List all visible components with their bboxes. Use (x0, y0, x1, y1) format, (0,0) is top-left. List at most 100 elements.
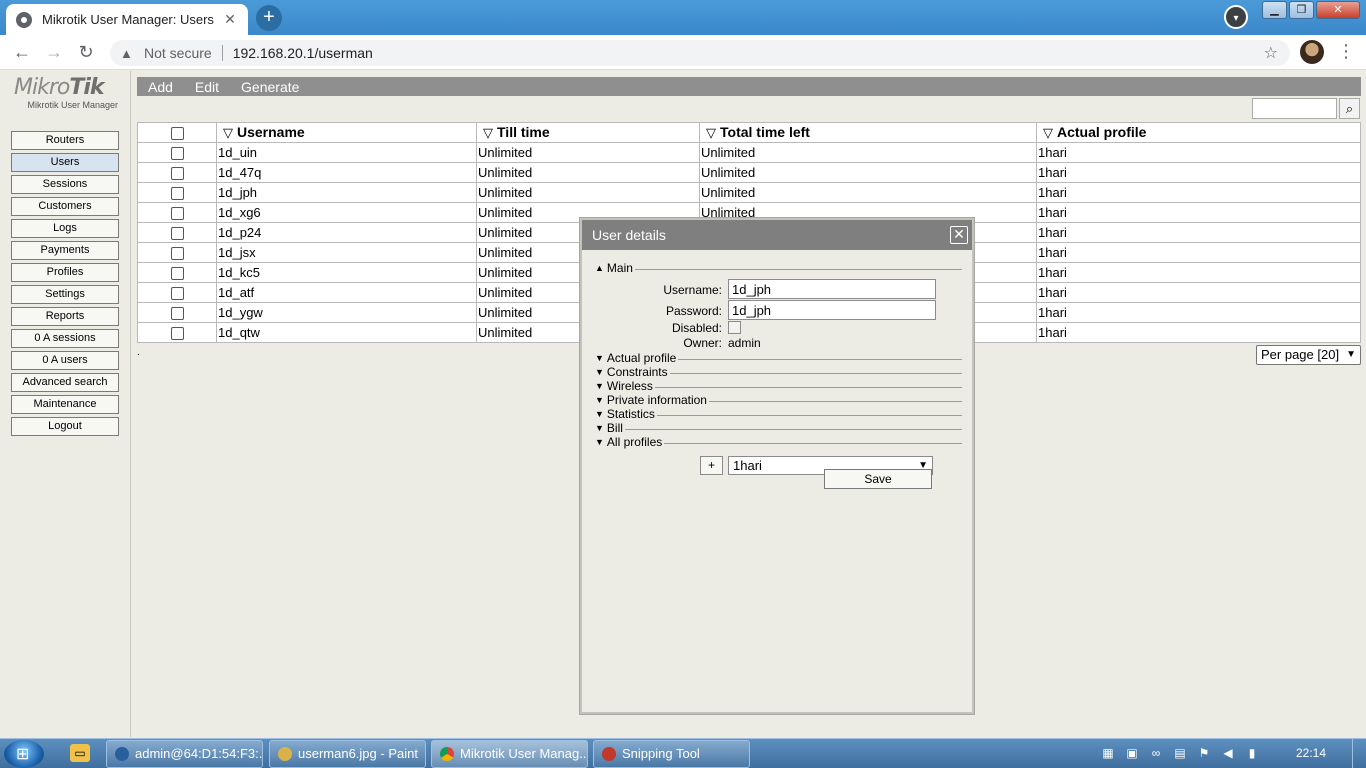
row-checkbox[interactable] (170, 267, 184, 281)
section-constraints[interactable]: ▼ Constraints (592, 365, 962, 379)
sidebar-item-reports[interactable]: Reports (11, 307, 119, 326)
folder-icon[interactable]: ▭ (70, 744, 90, 762)
close-icon[interactable]: ✕ (950, 226, 968, 244)
password-field[interactable] (728, 300, 936, 320)
search-icon[interactable]: ⌕ (1339, 98, 1360, 119)
sort-icon: ▽ (483, 125, 493, 140)
table-row[interactable]: 1d_jph Unlimited Unlimited 1hari (137, 182, 1361, 203)
row-checkbox[interactable] (170, 167, 184, 181)
row-checkbox[interactable] (170, 287, 184, 301)
paint-icon (278, 747, 292, 761)
tray-link-icon[interactable]: ∞ (1148, 745, 1164, 761)
back-icon[interactable]: ← (10, 41, 34, 65)
row-select-cell (137, 222, 217, 243)
row-checkbox[interactable] (170, 327, 184, 341)
column-header-till-time[interactable]: ▽ Till time (476, 122, 700, 143)
sidebar-item-sessions[interactable]: Sessions (11, 175, 119, 194)
section-main[interactable]: ▲ Main (592, 261, 962, 275)
row-checkbox[interactable] (170, 187, 184, 201)
tray-app-icon[interactable]: ▦ (1100, 745, 1116, 761)
volume-icon[interactable]: ◀ (1220, 745, 1236, 761)
taskbar-item-label: userman6.jpg - Paint (298, 746, 418, 761)
row-checkbox[interactable] (170, 227, 184, 241)
select-all-checkbox[interactable] (170, 127, 184, 141)
taskbar-item-paint[interactable]: userman6.jpg - Paint (269, 740, 426, 768)
row-checkbox[interactable] (170, 147, 184, 161)
profile-avatar[interactable] (1300, 40, 1324, 64)
section-statistics[interactable]: ▼ Statistics (592, 407, 962, 421)
disabled-row: Disabled: (582, 321, 972, 336)
tray-network-icon[interactable]: ▣ (1124, 745, 1140, 761)
section-actual-profile[interactable]: ▼ Actual profile (592, 351, 962, 365)
address-bar[interactable]: ▲ Not secure 192.168.20.1/userman ☆ (110, 40, 1290, 66)
edit-button[interactable]: Edit (184, 79, 230, 95)
url-text[interactable]: 192.168.20.1/userman (233, 45, 1264, 61)
table-row[interactable]: 1d_47q Unlimited Unlimited 1hari (137, 162, 1361, 183)
tray-screen-icon[interactable]: ▤ (1172, 745, 1188, 761)
username-field[interactable] (728, 279, 936, 299)
taskbar-item-snipping[interactable]: Snipping Tool (593, 740, 750, 768)
column-header-total-time-left[interactable]: ▽ Total time left (699, 122, 1037, 143)
browser-tab[interactable]: Mikrotik User Manager: Users ✕ (6, 4, 248, 35)
disabled-checkbox[interactable] (728, 321, 741, 334)
divider (656, 414, 962, 416)
flag-icon[interactable]: ⚑ (1196, 745, 1212, 761)
star-icon[interactable]: ☆ (1264, 43, 1278, 63)
maximize-button[interactable]: ❐ (1289, 1, 1314, 19)
table-cell: 1d_ygw (216, 302, 477, 323)
triangle-down-icon: ▼ (595, 353, 604, 363)
row-checkbox[interactable] (170, 307, 184, 321)
reload-icon[interactable]: ↻ (74, 41, 98, 65)
taskbar-item-chrome[interactable]: Mikrotik User Manag... (431, 740, 588, 768)
sidebar-item-payments[interactable]: Payments (11, 241, 119, 260)
section-label: Bill (606, 421, 623, 435)
show-desktop-button[interactable] (1352, 739, 1366, 768)
sidebar-item-customers[interactable]: Customers (11, 197, 119, 216)
tab-close-icon[interactable]: ✕ (222, 11, 238, 28)
sidebar-item-profiles[interactable]: Profiles (11, 263, 119, 282)
sidebar-item-maintenance[interactable]: Maintenance (11, 395, 119, 414)
row-select-cell (137, 262, 217, 283)
column-label: Actual profile (1057, 124, 1147, 140)
sidebar-item-logout[interactable]: Logout (11, 417, 119, 436)
start-button[interactable] (4, 740, 44, 768)
section-wireless[interactable]: ▼ Wireless (592, 379, 962, 393)
table-cell: 1hari (1036, 322, 1361, 343)
taskbar-item-winbox[interactable]: admin@64:D1:54:F3:... (106, 740, 263, 768)
chevron-down-icon: ▼ (1346, 349, 1356, 360)
sidebar-nav: Routers Users Sessions Customers Logs Payment… (11, 131, 119, 439)
sidebar-item-settings[interactable]: Settings (11, 285, 119, 304)
row-checkbox[interactable] (170, 207, 184, 221)
row-checkbox[interactable] (170, 247, 184, 261)
sidebar-item-routers[interactable]: Routers (11, 131, 119, 150)
per-page-select[interactable]: Per page [20] ▼ (1256, 345, 1361, 365)
sidebar-item-0-a-sessions[interactable]: 0 A sessions (11, 329, 119, 348)
table-cell: 1d_xg6 (216, 202, 477, 223)
taskbar-item-label: Snipping Tool (622, 746, 700, 761)
generate-button[interactable]: Generate (230, 79, 310, 95)
tray-power-icon[interactable]: ▮ (1244, 745, 1260, 761)
section-bill[interactable]: ▼ Bill (592, 421, 962, 435)
sidebar-item-logs[interactable]: Logs (11, 219, 119, 238)
divider (624, 428, 962, 430)
kebab-menu-icon[interactable]: ⋮ (1337, 40, 1355, 64)
section-all-profiles[interactable]: ▼ All profiles (592, 435, 962, 449)
sidebar-item-advanced-search[interactable]: Advanced search (11, 373, 119, 392)
forward-icon[interactable]: → (42, 41, 66, 65)
save-button[interactable]: Save (824, 469, 932, 489)
search-input[interactable] (1252, 98, 1337, 119)
column-label: Till time (497, 124, 550, 140)
column-header-actual-profile[interactable]: ▽ Actual profile (1036, 122, 1361, 143)
minimize-button[interactable]: ▁ (1262, 1, 1287, 19)
row-select-cell (137, 282, 217, 303)
sidebar-item-0-a-users[interactable]: 0 A users (11, 351, 119, 370)
add-button[interactable]: Add (137, 79, 184, 95)
column-header-username[interactable]: ▽ Username (216, 122, 477, 143)
download-icon[interactable]: ▾ (1224, 5, 1248, 29)
section-private-information[interactable]: ▼ Private information (592, 393, 962, 407)
table-row[interactable]: 1d_uin Unlimited Unlimited 1hari (137, 142, 1361, 163)
window-close-button[interactable]: ✕ (1316, 1, 1360, 19)
sidebar-item-users[interactable]: Users (11, 153, 119, 172)
new-tab-button[interactable]: + (256, 5, 282, 31)
add-profile-button[interactable]: + (700, 456, 723, 475)
